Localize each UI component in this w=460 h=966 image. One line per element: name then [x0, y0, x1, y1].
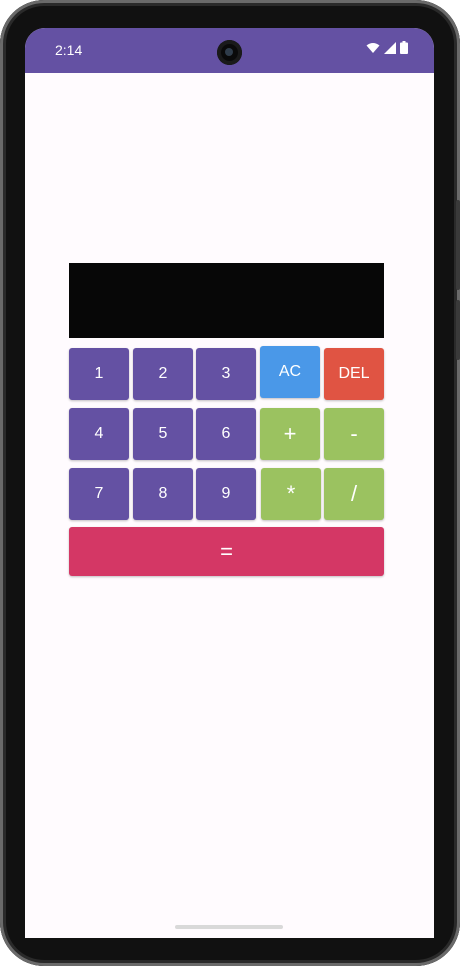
key-9[interactable]: 9	[196, 468, 256, 520]
add-button[interactable]: +	[260, 408, 320, 460]
calculator-display	[69, 263, 384, 338]
key-4[interactable]: 4	[69, 408, 129, 460]
key-2[interactable]: 2	[133, 348, 193, 400]
cellular-signal-icon	[384, 41, 396, 59]
front-camera	[217, 40, 242, 65]
status-icons	[366, 41, 408, 59]
key-8[interactable]: 8	[133, 468, 193, 520]
key-3[interactable]: 3	[196, 348, 256, 400]
divide-button[interactable]: /	[324, 468, 384, 520]
key-7[interactable]: 7	[69, 468, 129, 520]
wifi-icon	[366, 41, 380, 59]
key-5[interactable]: 5	[133, 408, 193, 460]
equals-button[interactable]: =	[69, 527, 384, 576]
power-button	[456, 200, 460, 290]
key-1[interactable]: 1	[69, 348, 129, 400]
status-bar: 2:14	[25, 28, 434, 73]
subtract-button[interactable]: -	[324, 408, 384, 460]
battery-icon	[400, 41, 408, 59]
home-indicator[interactable]	[175, 925, 283, 929]
key-6[interactable]: 6	[196, 408, 256, 460]
app-screen: 2:14 1 2 3 AC DEL 4 5 6 + - 7 8 9 * / =	[25, 28, 434, 938]
multiply-button[interactable]: *	[261, 468, 321, 520]
status-time: 2:14	[55, 42, 83, 58]
volume-button	[456, 300, 460, 360]
clear-all-button[interactable]: AC	[260, 346, 320, 398]
delete-button[interactable]: DEL	[324, 348, 384, 400]
